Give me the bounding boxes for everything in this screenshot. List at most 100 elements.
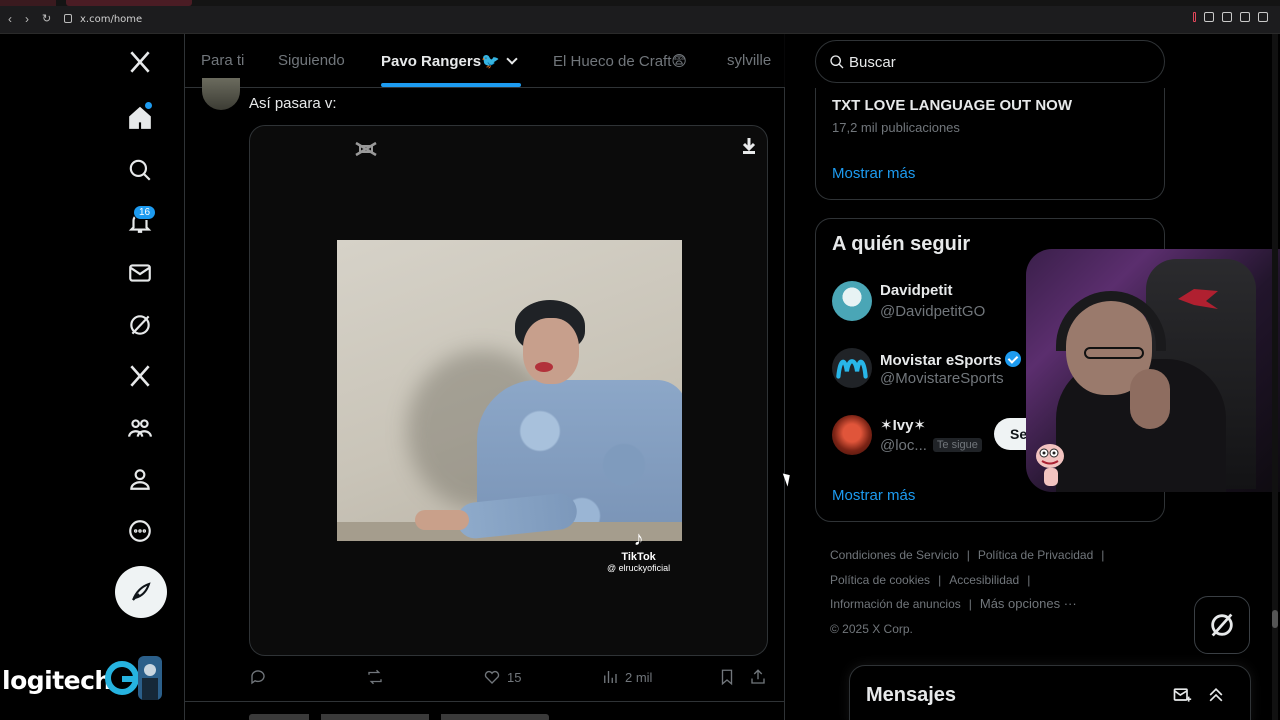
cartoon-sticker-icon (1036, 444, 1064, 486)
bookmark-button[interactable] (718, 668, 736, 686)
search-placeholder: Buscar (849, 54, 896, 71)
views-icon (604, 671, 617, 683)
extension-icon[interactable] (1193, 12, 1196, 22)
privacy-link[interactable]: Política de Privacidad (978, 548, 1093, 562)
messages-icon[interactable] (126, 259, 154, 287)
trend-post-count: 17,2 mil publicaciones (832, 120, 960, 135)
tiktok-brand: TikTok (621, 551, 656, 563)
menu-icon[interactable] (1258, 12, 1268, 22)
capcut-logo-icon (355, 141, 377, 157)
scrollbar-thumb[interactable] (1272, 610, 1278, 628)
browser-tabstrip (0, 0, 1280, 6)
reply-button[interactable] (249, 668, 267, 686)
main-timeline: Para ti Siguiendo Pavo Rangers🐦 El Hueco… (185, 34, 785, 720)
trends-show-more-link[interactable]: Mostrar más (832, 165, 915, 182)
new-message-icon[interactable] (1172, 685, 1192, 705)
lock-icon (64, 14, 72, 23)
video-person-face (523, 318, 579, 384)
search-icon (830, 55, 844, 69)
tab-siguiendo[interactable]: Siguiendo (278, 52, 345, 69)
more-icon[interactable] (126, 517, 154, 545)
explore-icon[interactable] (126, 156, 154, 184)
terms-link[interactable]: Condiciones de Servicio (830, 548, 959, 562)
who-to-follow-title: A quién seguir (832, 233, 971, 255)
browser-tab[interactable] (0, 0, 56, 6)
premium-icon[interactable] (126, 362, 154, 390)
extensions-icon[interactable] (1222, 12, 1232, 22)
next-tweet-peek (249, 714, 549, 720)
like-button[interactable]: 15 (483, 668, 521, 686)
retweet-icon (368, 669, 382, 685)
trend-title[interactable]: TXT LOVE LANGUAGE OUT NOW (832, 97, 1072, 114)
retweet-button[interactable] (366, 668, 384, 686)
tab-el-hueco-de-craft[interactable]: El Hueco de Craft😨 (553, 52, 687, 70)
profile-icon[interactable] (126, 465, 154, 493)
tab-pavo-rangers-label: Pavo Rangers🐦 (381, 53, 500, 70)
logitech-g-logo-icon (105, 656, 162, 700)
tweet-author-avatar[interactable] (202, 78, 240, 110)
view-count: 2 mil (625, 669, 653, 685)
tiktok-logo-icon: ♪ (633, 528, 644, 550)
home-new-dot (145, 102, 152, 109)
grok-floating-button[interactable] (1194, 596, 1250, 654)
grok-icon (1211, 613, 1233, 637)
user-name[interactable]: Davidpetit (880, 282, 953, 299)
avatar[interactable] (832, 281, 872, 321)
like-count: 15 (507, 669, 522, 685)
heart-icon (484, 670, 500, 684)
streamer-hand (1130, 369, 1170, 429)
grok-icon[interactable] (126, 311, 154, 339)
trends-card: TXT LOVE LANGUAGE OUT NOW 17,2 mil publi… (815, 88, 1165, 200)
share-button[interactable] (749, 668, 767, 686)
footer-links: Condiciones de Servicio | Política de Priv… (830, 548, 1105, 636)
compose-icon (132, 582, 151, 601)
messages-drawer[interactable]: Mensajes (849, 665, 1251, 720)
user-name[interactable]: ✶Ivy✶ (880, 416, 926, 434)
accessibility-link[interactable]: Accesibilidad (949, 573, 1019, 587)
left-sidebar: 16 logitech (0, 34, 185, 720)
x-logo-icon[interactable] (126, 48, 154, 76)
tiktok-watermark: ♪ TikTok @ elruckyoficial (607, 528, 670, 573)
tweet-video[interactable]: ♪ TikTok @ elruckyoficial (249, 125, 768, 656)
glasses (1084, 347, 1144, 359)
reply-icon (251, 670, 265, 685)
who-to-follow-show-more-link[interactable]: Mostrar más (832, 487, 915, 504)
reload-icon[interactable]: ↻ (42, 12, 51, 25)
compose-post-button[interactable] (115, 566, 167, 618)
video-frame[interactable] (337, 240, 682, 541)
cookies-link[interactable]: Política de cookies (830, 573, 930, 587)
bookmark-icon (721, 669, 733, 686)
forward-arrow-icon[interactable]: › (25, 12, 29, 26)
movistar-logo-icon (836, 359, 868, 379)
chevron-down-icon[interactable] (506, 53, 518, 65)
share-icon[interactable] (1204, 12, 1214, 22)
search-input[interactable]: Buscar (815, 40, 1165, 83)
messages-title: Mensajes (866, 684, 957, 706)
chevron-up-icon[interactable] (1206, 685, 1226, 705)
views-button[interactable]: 2 mil (601, 668, 652, 686)
address-bar[interactable]: x.com/home (80, 14, 142, 25)
user-handle-text: @loc... (880, 437, 927, 454)
follows-you-badge: Te sigue (932, 438, 982, 452)
user-handle: @loc... Te sigue (880, 437, 982, 454)
tweet-actions: 15 2 mil (249, 668, 769, 690)
logitech-logo: logitech (2, 666, 112, 695)
tab-para-ti[interactable]: Para ti (201, 52, 244, 69)
communities-icon[interactable] (126, 414, 154, 442)
avatar[interactable] (832, 348, 872, 388)
tab-sylville[interactable]: sylville (727, 52, 771, 69)
user-name[interactable]: Movistar eSports (880, 349, 1021, 369)
browser-tab-active[interactable] (66, 0, 192, 6)
download-video-icon[interactable] (740, 136, 758, 156)
tab-pavo-rangers[interactable]: Pavo Rangers🐦 (381, 52, 518, 70)
more-options-link[interactable]: Más opciones ··· (980, 596, 1077, 611)
timeline-tabs: Para ti Siguiendo Pavo Rangers🐦 El Hueco… (185, 34, 785, 88)
avatar[interactable] (832, 415, 872, 455)
browser-extensions (1193, 12, 1268, 22)
ads-info-link[interactable]: Información de anuncios (830, 597, 961, 611)
back-arrow-icon[interactable]: ‹ (8, 12, 12, 26)
download-icon[interactable] (1240, 12, 1250, 22)
share-icon (751, 669, 765, 684)
user-name-text: Movistar eSports (880, 352, 1002, 369)
video-person-hand (415, 510, 469, 530)
